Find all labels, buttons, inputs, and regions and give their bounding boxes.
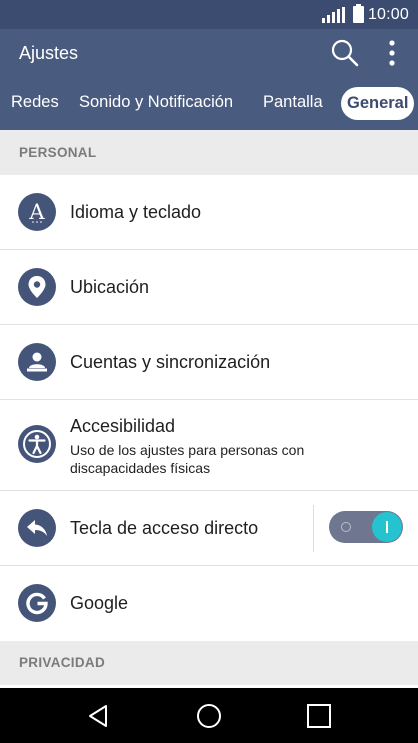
section-header-personal: PERSONAL [0,130,418,175]
settings-item-accessibility[interactable]: Accesibilidad Uso de los ajustes para pe… [0,400,418,491]
tab-pantalla[interactable]: Pantalla [263,93,323,112]
settings-item-accounts[interactable]: Cuentas y sincronización [0,325,418,400]
tab-redes[interactable]: Redes [11,93,59,112]
accessibility-icon [18,425,56,463]
section-header-privacy: PRIVACIDAD [0,641,418,685]
back-icon[interactable] [84,701,114,731]
toggle-knob [372,512,402,542]
accounts-sync-icon [18,343,56,381]
shortcut-key-toggle[interactable] [329,511,403,543]
toggle-off-mark [341,522,351,532]
settings-item-label: Idioma y teclado [70,202,202,222]
settings-item-description: Uso de los ajustes para personas con dis… [70,442,305,476]
settings-item-language[interactable]: A Idioma y teclado [0,175,418,250]
location-pin-icon [18,268,56,306]
settings-item-label: Google [70,593,129,613]
more-options-icon[interactable] [382,39,402,67]
navigation-bar [0,688,418,743]
settings-item-label: Cuentas y sincronización [70,352,271,372]
signal-icon [321,6,345,23]
settings-item-shortcut-key[interactable]: Tecla de acceso directo [0,491,418,566]
battery-icon [352,4,364,23]
settings-item-label: Ubicación [70,277,150,297]
settings-item-google[interactable]: Google [0,566,418,641]
status-time: 10:00 [367,5,409,23]
language-icon: A [18,193,56,231]
google-icon [18,584,56,622]
search-icon[interactable] [330,38,360,68]
app-bar: Ajustes [0,29,418,78]
svg-text:A: A [28,200,45,224]
home-icon[interactable] [194,701,224,731]
tab-general[interactable]: General [341,87,415,120]
settings-item-label: Accesibilidad [70,416,176,436]
item-divider [313,505,314,552]
page-title: Ajustes [19,43,79,63]
status-bar: 10:00 [0,0,418,29]
back-arrow-icon [18,509,56,547]
settings-item-label: Tecla de acceso directo [70,518,259,538]
recent-apps-icon[interactable] [304,701,334,731]
tab-bar: Redes Sonido y Notificación Pantalla Gen… [0,78,418,130]
settings-item-location[interactable]: Ubicación [0,250,418,325]
tab-sonido-notificacion[interactable]: Sonido y Notificación [79,93,233,112]
